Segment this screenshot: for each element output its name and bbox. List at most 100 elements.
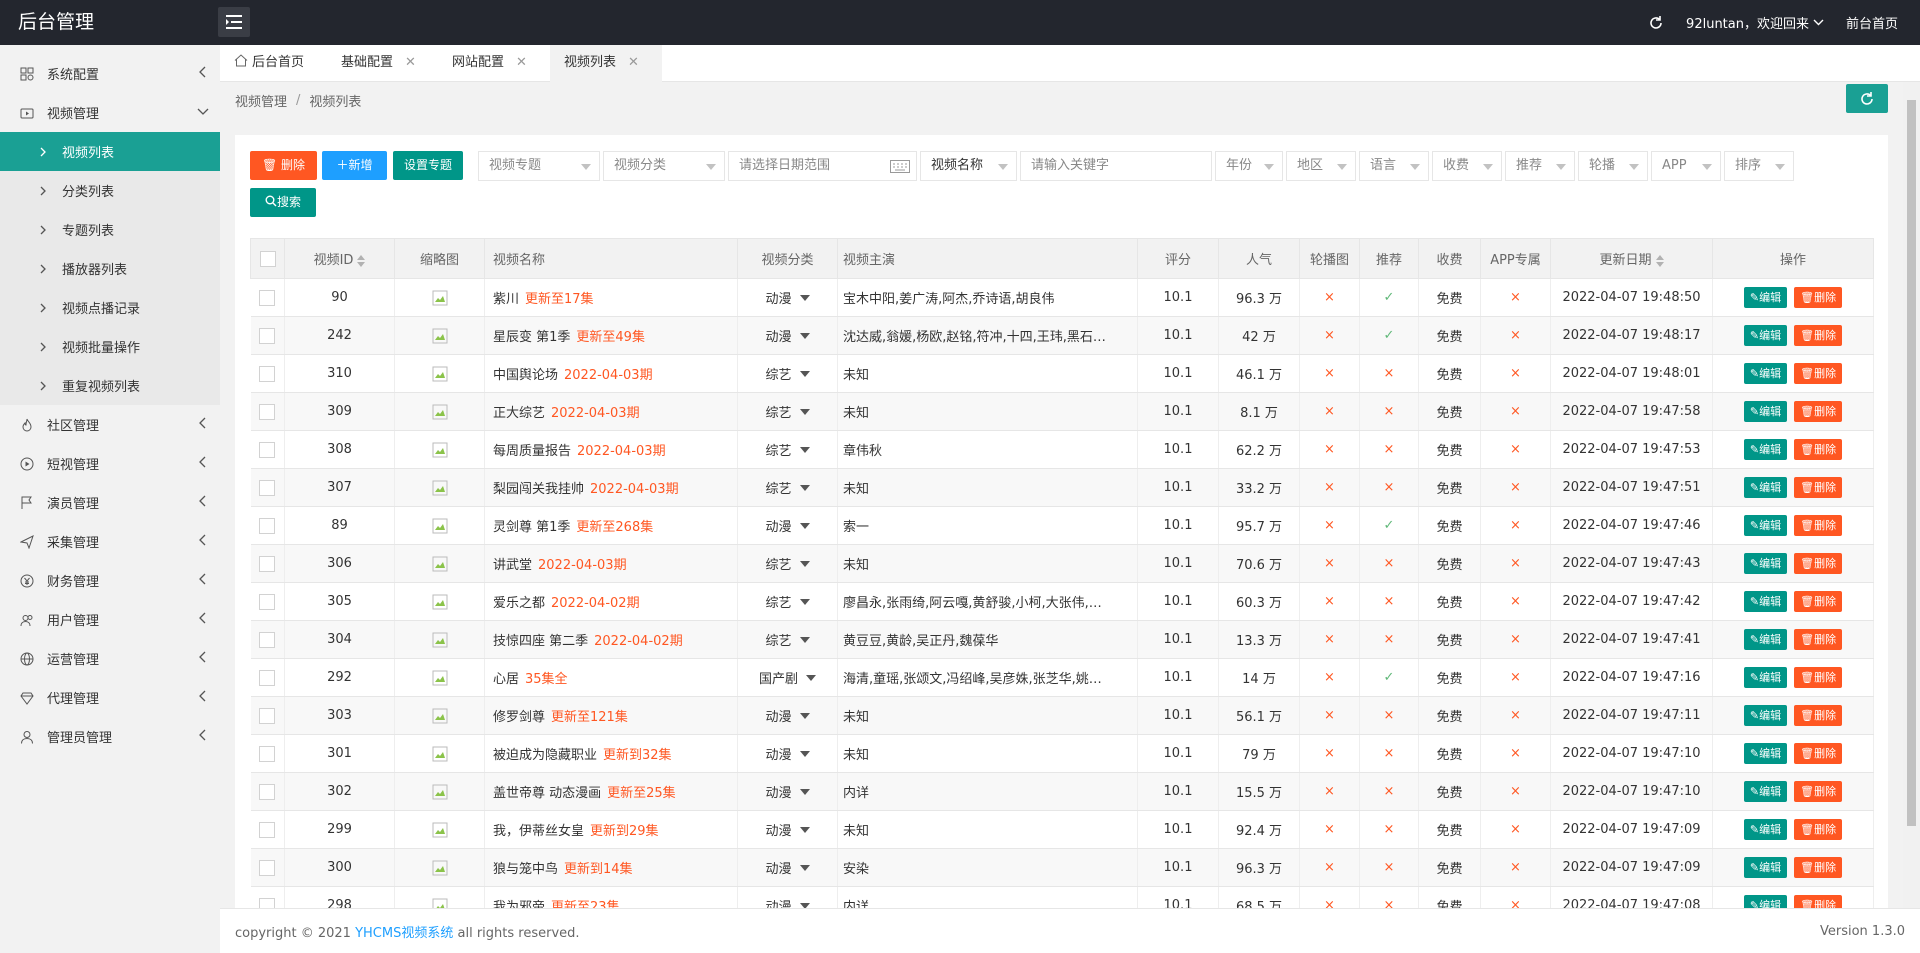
video-name[interactable]: 讲武堂 (493, 558, 532, 573)
edit-button[interactable]: ✎编辑 (1743, 477, 1788, 498)
search-button[interactable]: 搜索 (250, 188, 316, 217)
sidebar-sub-video-list[interactable]: 视频列表 (0, 132, 220, 171)
set-topic-button[interactable]: 设置专题 (393, 151, 463, 180)
category-dropdown[interactable]: 动漫 (765, 896, 810, 908)
row-select-cell[interactable] (250, 886, 285, 908)
sidebar-item-admins[interactable]: 管理员管理 (0, 717, 220, 756)
category-dropdown[interactable]: 综艺 (765, 478, 810, 497)
edit-button[interactable]: ✎编辑 (1743, 553, 1788, 574)
edit-button[interactable]: ✎编辑 (1743, 591, 1788, 612)
edit-button[interactable]: ✎编辑 (1743, 325, 1788, 346)
region-filter-select[interactable]: 地区 (1286, 151, 1356, 181)
delete-button[interactable]: 🗑删除 (1794, 401, 1843, 422)
breadcrumb-parent[interactable]: 视频管理 (235, 91, 287, 110)
video-name[interactable]: 修罗剑尊 (493, 710, 545, 725)
sidebar-item-community[interactable]: 社区管理 (0, 405, 220, 444)
category-cell[interactable]: 动漫 (737, 886, 838, 908)
row-select-cell[interactable] (250, 316, 285, 355)
delete-button[interactable]: 🗑删除 (1794, 325, 1843, 346)
category-cell[interactable]: 综艺 (737, 392, 838, 431)
app-filter-select[interactable]: APP (1651, 151, 1721, 181)
row-checkbox[interactable] (259, 289, 276, 306)
column-header[interactable]: 视频ID (284, 238, 395, 279)
category-dropdown[interactable]: 动漫 (765, 706, 810, 725)
row-checkbox[interactable] (259, 593, 276, 610)
delete-button[interactable]: 🗑删除 (1794, 895, 1843, 908)
video-name[interactable]: 紫川 (493, 292, 519, 307)
category-cell[interactable]: 动漫 (737, 734, 838, 773)
category-dropdown[interactable]: 动漫 (765, 782, 810, 801)
video-name[interactable]: 每周质量报告 (493, 444, 571, 459)
tab-site-config[interactable]: 网站配置 ✕ (438, 45, 550, 82)
row-select-cell[interactable] (250, 354, 285, 393)
category-dropdown[interactable]: 综艺 (765, 402, 810, 421)
category-cell[interactable]: 综艺 (737, 620, 838, 659)
row-select-cell[interactable] (250, 658, 285, 697)
row-select-cell[interactable] (250, 506, 285, 545)
category-cell[interactable]: 动漫 (737, 316, 838, 355)
category-cell[interactable]: 动漫 (737, 506, 838, 545)
date-range-input[interactable]: 请选择日期范围 (728, 151, 917, 181)
category-cell[interactable]: 动漫 (737, 848, 838, 887)
edit-button[interactable]: ✎编辑 (1743, 895, 1788, 908)
sort-icon[interactable] (1655, 254, 1664, 267)
row-checkbox[interactable] (259, 707, 276, 724)
video-name[interactable]: 正大综艺 (493, 406, 545, 421)
row-checkbox[interactable] (259, 745, 276, 762)
row-checkbox[interactable] (259, 897, 276, 908)
category-cell[interactable]: 动漫 (737, 278, 838, 317)
row-select-cell[interactable] (250, 278, 285, 317)
row-checkbox[interactable] (259, 859, 276, 876)
row-checkbox[interactable] (259, 631, 276, 648)
page-refresh-button[interactable] (1846, 84, 1888, 113)
edit-button[interactable]: ✎编辑 (1743, 667, 1788, 688)
user-menu[interactable]: 92luntan，欢迎回来 (1686, 13, 1824, 32)
page-scrollbar[interactable] (1903, 82, 1920, 908)
delete-button[interactable]: 🗑删除 (1794, 477, 1843, 498)
video-name[interactable]: 盖世帝尊 动态漫画 (493, 786, 601, 801)
row-select-cell[interactable] (250, 696, 285, 735)
video-name[interactable]: 灵剑尊 第1季 (493, 520, 570, 535)
row-checkbox[interactable] (259, 783, 276, 800)
sidebar-sub-duplicate-list[interactable]: 重复视频列表 (0, 366, 220, 405)
sidebar-item-system[interactable]: 系统配置 (0, 54, 220, 93)
sidebar-item-users[interactable]: 用户管理 (0, 600, 220, 639)
sidebar-item-actors[interactable]: 演员管理 (0, 483, 220, 522)
category-filter-select[interactable]: 视频分类 (603, 151, 725, 181)
category-dropdown[interactable]: 国产剧 (759, 668, 816, 687)
row-select-cell[interactable] (250, 810, 285, 849)
category-dropdown[interactable]: 综艺 (765, 554, 810, 573)
category-dropdown[interactable]: 综艺 (765, 364, 810, 383)
row-select-cell[interactable] (250, 734, 285, 773)
row-select-cell[interactable] (250, 430, 285, 469)
select-all-cell[interactable] (250, 238, 285, 279)
delete-button[interactable]: 🗑删除 (1794, 591, 1843, 612)
close-icon[interactable]: ✕ (516, 55, 527, 70)
refresh-icon[interactable] (1648, 15, 1664, 31)
row-select-cell[interactable] (250, 582, 285, 621)
delete-button[interactable]: 🗑删除 (1794, 857, 1843, 878)
category-cell[interactable]: 动漫 (737, 772, 838, 811)
sidebar-sub-play-records[interactable]: 视频点播记录 (0, 288, 220, 327)
category-cell[interactable]: 综艺 (737, 468, 838, 507)
video-name[interactable]: 梨园闯关我挂帅 (493, 482, 584, 497)
category-dropdown[interactable]: 综艺 (765, 592, 810, 611)
row-checkbox[interactable] (259, 555, 276, 572)
sidebar-item-short-video[interactable]: 短视管理 (0, 444, 220, 483)
sidebar-item-finance[interactable]: 财务管理 (0, 561, 220, 600)
edit-button[interactable]: ✎编辑 (1743, 287, 1788, 308)
sidebar-sub-batch-ops[interactable]: 视频批量操作 (0, 327, 220, 366)
delete-button[interactable]: 🗑删除 (1794, 515, 1843, 536)
edit-button[interactable]: ✎编辑 (1743, 515, 1788, 536)
column-header[interactable]: 更新日期 (1550, 238, 1713, 279)
sort-filter-select[interactable]: 排序 (1724, 151, 1794, 181)
sidebar-item-operations[interactable]: 运营管理 (0, 639, 220, 678)
row-select-cell[interactable] (250, 392, 285, 431)
category-cell[interactable]: 综艺 (737, 354, 838, 393)
row-checkbox[interactable] (259, 403, 276, 420)
edit-button[interactable]: ✎编辑 (1743, 705, 1788, 726)
video-name[interactable]: 被迫成为隐藏职业 (493, 748, 597, 763)
sort-icon[interactable] (357, 254, 366, 267)
add-button[interactable]: ＋新增 (322, 151, 387, 180)
category-cell[interactable]: 综艺 (737, 544, 838, 583)
